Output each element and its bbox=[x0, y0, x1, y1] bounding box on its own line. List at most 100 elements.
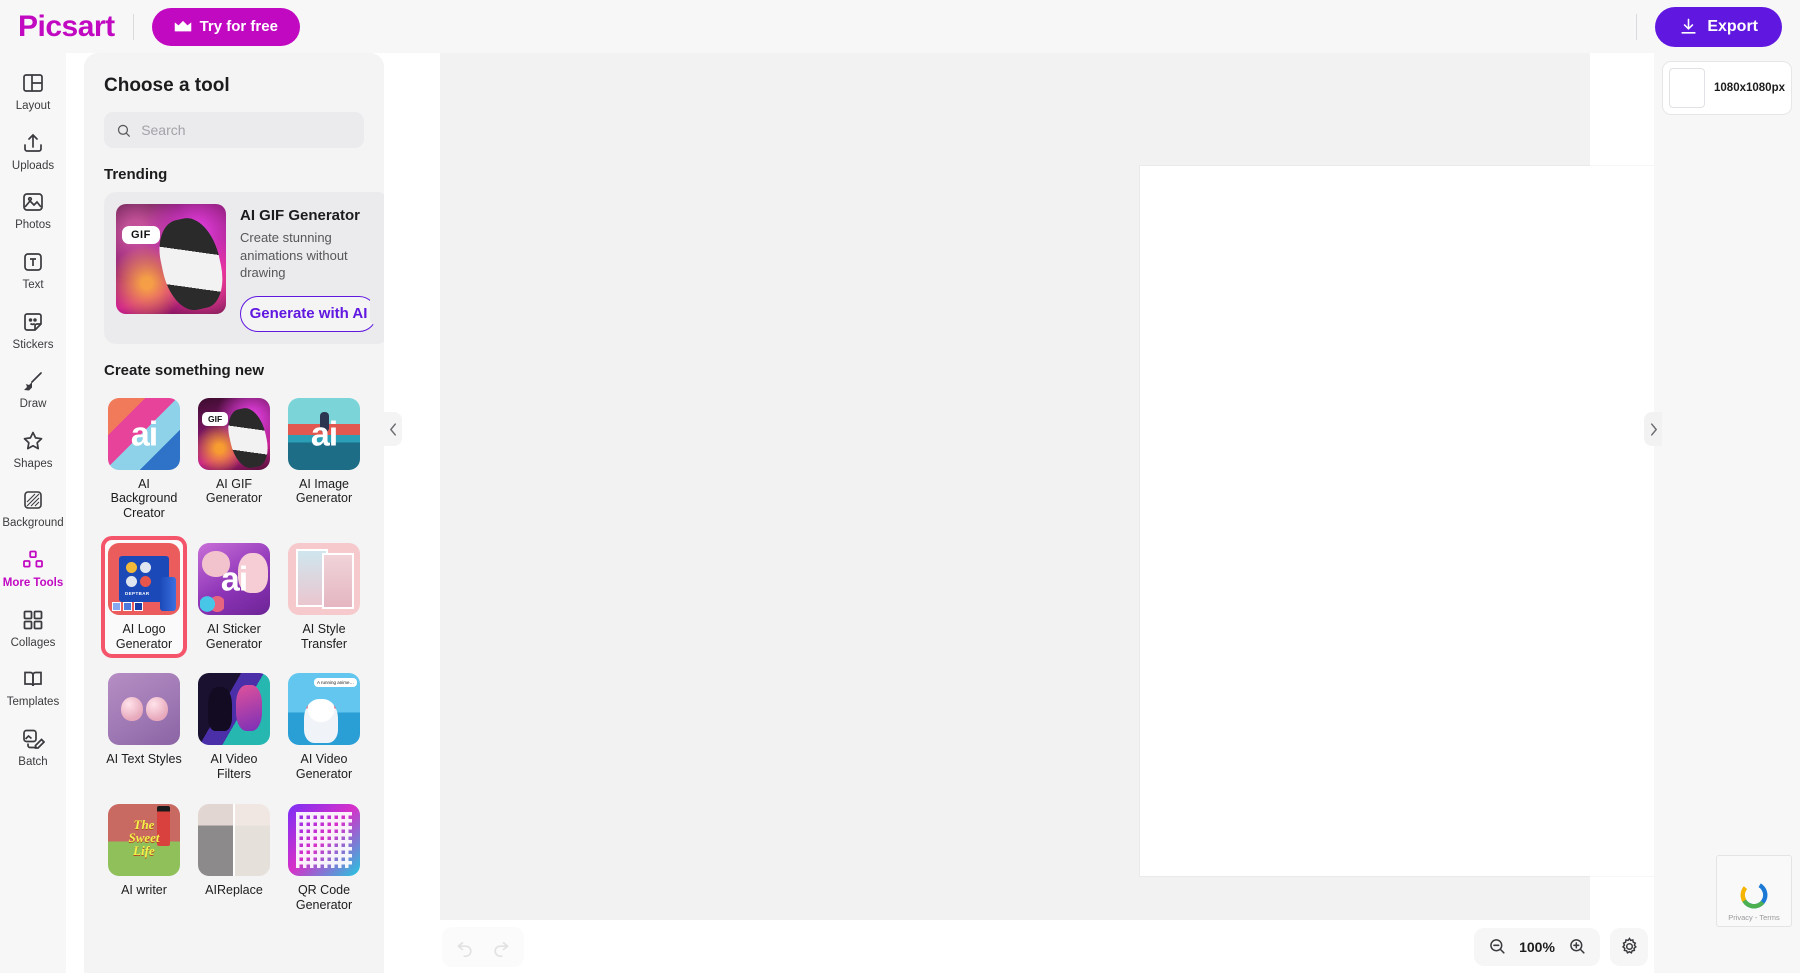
trending-title: AI GIF Generator bbox=[240, 207, 361, 224]
trending-next-card-peek[interactable] bbox=[370, 192, 384, 326]
ai-glyph: ai bbox=[130, 415, 158, 454]
upload-icon bbox=[24, 133, 42, 152]
logo-text: DEPTBAR bbox=[125, 590, 150, 596]
ai-glyph: ai bbox=[220, 560, 248, 599]
zoom-controls: 100% bbox=[1474, 927, 1600, 966]
tool-label: AI Background Creator bbox=[110, 476, 178, 521]
balloon-letter bbox=[120, 697, 143, 722]
try-for-free-button[interactable]: Try for free bbox=[151, 7, 300, 46]
tool-tile-ai-style-transfer[interactable]: AI Style Transfer bbox=[284, 539, 364, 656]
zoom-out-button[interactable] bbox=[1482, 932, 1512, 962]
tool-tile-ai-logo-generator[interactable]: DEPTBAR AI Logo Generator bbox=[101, 535, 187, 659]
trending-thumbnail: GIF bbox=[116, 204, 226, 314]
sidebar-item-draw[interactable]: Draw bbox=[2, 365, 64, 415]
collapse-panel-left-button[interactable] bbox=[384, 412, 402, 446]
tool-tile-ai-video-filters[interactable]: AI Video Filters bbox=[194, 669, 274, 786]
sidebar-label: Photos bbox=[15, 219, 51, 232]
trending-card-ai-gif-generator[interactable]: GIF AI GIF Generator Create stunning ani… bbox=[104, 192, 384, 344]
tool-tile-ai-sticker-generator[interactable]: ai AI Sticker Generator bbox=[194, 539, 274, 656]
page-item[interactable]: 1080x1080px bbox=[1662, 61, 1792, 115]
sidebar-label: Templates bbox=[6, 696, 60, 709]
canvas-settings-button[interactable] bbox=[1610, 927, 1648, 966]
recaptcha-badge: Privacy - Terms bbox=[1716, 855, 1792, 927]
undo-icon bbox=[457, 941, 472, 957]
chevron-right-icon bbox=[1650, 422, 1657, 436]
search-input[interactable] bbox=[141, 122, 352, 138]
sidebar-item-stickers[interactable]: Stickers bbox=[2, 306, 64, 356]
tool-thumbnail bbox=[108, 673, 180, 746]
grid-three-icon bbox=[23, 550, 43, 568]
tool-panel: Choose a tool Trending GIF AI GIF Genera… bbox=[84, 53, 384, 973]
sidebar-item-more-tools[interactable]: More Tools bbox=[2, 544, 64, 594]
sidebar-item-templates[interactable]: Templates bbox=[2, 663, 64, 713]
page-thumbnail bbox=[1669, 68, 1706, 108]
sidebar-item-text[interactable]: Text bbox=[2, 246, 64, 296]
zoom-out-icon bbox=[1489, 939, 1505, 954]
gif-badge: GIF bbox=[202, 411, 229, 426]
search-box[interactable] bbox=[104, 112, 364, 148]
sidebar-item-collages[interactable]: Collages bbox=[2, 604, 64, 654]
panel-title: Choose a tool bbox=[104, 75, 230, 96]
sidebar-item-shapes[interactable]: Shapes bbox=[2, 425, 64, 475]
sidebar-label: Draw bbox=[19, 398, 47, 411]
export-button[interactable]: Export bbox=[1655, 6, 1782, 47]
tool-tile-qr-code-generator[interactable]: QR Code Generator bbox=[284, 800, 364, 917]
after-image bbox=[233, 803, 270, 876]
sidebar-label: Collages bbox=[10, 636, 56, 649]
tool-tile-ai-writer[interactable]: The Sweet Life AI writer bbox=[104, 800, 184, 917]
tool-label: AI Video Filters bbox=[210, 752, 258, 782]
chevron-left-icon bbox=[389, 422, 396, 436]
left-sidebar: Layout Uploads Photos Text Stickers Draw… bbox=[0, 53, 66, 973]
terms-link[interactable]: Terms bbox=[1759, 913, 1779, 923]
tool-thumbnail bbox=[288, 542, 360, 615]
tool-label: AI Style Transfer bbox=[300, 621, 348, 651]
zoom-level-label: 100% bbox=[1519, 938, 1555, 955]
collapse-panel-right-button[interactable] bbox=[1644, 412, 1662, 446]
tool-grid: ai AI Background Creator GIF AI GIF Gene… bbox=[84, 388, 384, 937]
swatch-row bbox=[112, 601, 143, 611]
sidebar-item-background[interactable]: Background bbox=[2, 484, 64, 534]
cat-illustration bbox=[153, 212, 226, 314]
sidebar-item-layout[interactable]: Layout bbox=[2, 67, 64, 117]
undo-button[interactable] bbox=[450, 932, 480, 962]
tool-tile-aireplace[interactable]: AIReplace bbox=[194, 800, 274, 917]
top-bar: Picsart Try for free Export bbox=[0, 0, 1800, 53]
book-icon bbox=[24, 672, 42, 687]
tool-tile-ai-video-generator[interactable]: A running anime… AI Video Generator bbox=[284, 669, 364, 786]
sidebar-item-batch[interactable]: Batch bbox=[2, 723, 64, 773]
before-image bbox=[198, 803, 233, 876]
export-label: Export bbox=[1707, 17, 1758, 35]
batch-edit-icon bbox=[23, 729, 45, 749]
zoom-in-button[interactable] bbox=[1562, 932, 1592, 962]
tool-label: AI Video Generator bbox=[295, 752, 353, 782]
grid-four-icon bbox=[23, 610, 43, 630]
tool-tile-ai-background-creator[interactable]: ai AI Background Creator bbox=[104, 394, 184, 525]
qr-code-graphic bbox=[296, 811, 352, 868]
layout-icon bbox=[23, 74, 43, 92]
tool-label: QR Code Generator bbox=[295, 882, 353, 912]
brush-icon bbox=[24, 372, 42, 391]
tool-tile-ai-gif-generator[interactable]: GIF AI GIF Generator bbox=[194, 394, 274, 525]
tool-label: AI Image Generator bbox=[295, 476, 353, 506]
generate-with-ai-button[interactable]: Generate with AI bbox=[240, 295, 377, 332]
divider bbox=[132, 13, 134, 40]
sidebar-item-photos[interactable]: Photos bbox=[2, 186, 64, 236]
page-size-label: 1080x1080px bbox=[1714, 81, 1785, 94]
redo-button[interactable] bbox=[486, 932, 516, 962]
photo-icon bbox=[23, 193, 43, 212]
can-illustration bbox=[160, 576, 176, 611]
tool-tile-ai-text-styles[interactable]: AI Text Styles bbox=[104, 669, 184, 786]
recaptcha-privacy-terms[interactable]: Privacy - Terms bbox=[1728, 914, 1780, 923]
tool-thumbnail bbox=[198, 673, 270, 746]
sidebar-label: Text bbox=[22, 278, 44, 291]
privacy-link[interactable]: Privacy bbox=[1728, 913, 1753, 923]
try-for-free-label: Try for free bbox=[199, 18, 278, 35]
tool-thumbnail: The Sweet Life bbox=[108, 803, 180, 876]
sidebar-label: Background bbox=[2, 517, 64, 530]
sidebar-label: Layout bbox=[15, 100, 51, 112]
sweet-life-text: The Sweet Life bbox=[128, 817, 160, 859]
tool-tile-ai-image-generator[interactable]: ai AI Image Generator bbox=[284, 394, 364, 525]
picsart-logo[interactable]: Picsart bbox=[18, 10, 115, 44]
sidebar-item-uploads[interactable]: Uploads bbox=[2, 127, 64, 177]
tool-thumbnail: ai bbox=[288, 397, 360, 470]
